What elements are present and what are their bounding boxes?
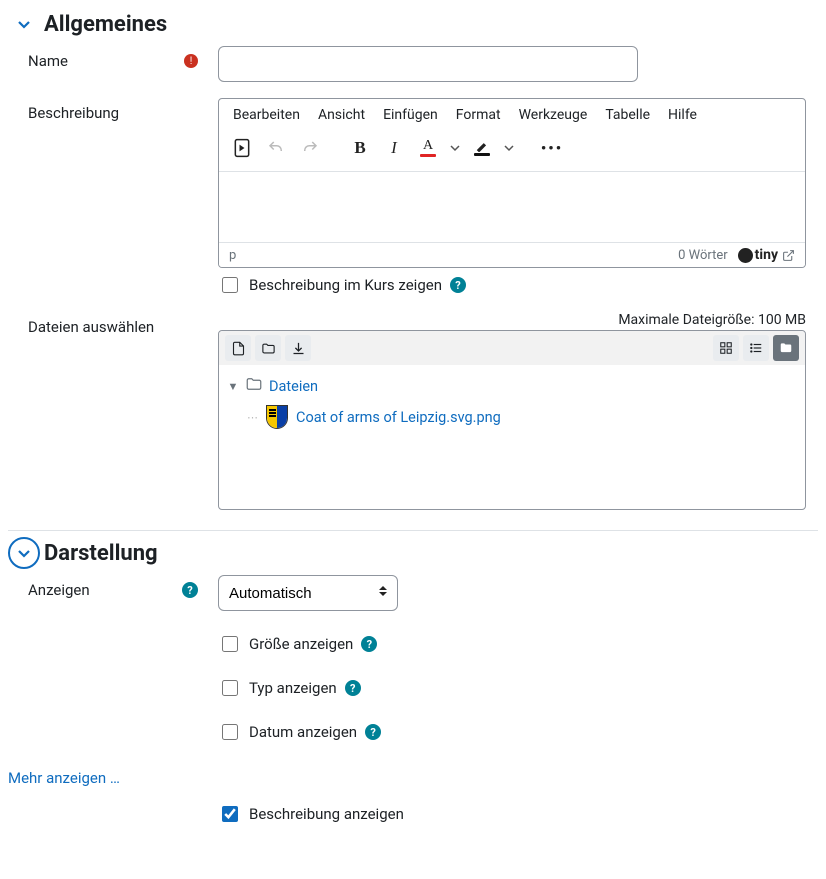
highlight-icon[interactable]: [467, 133, 497, 163]
undo-icon[interactable]: [261, 133, 291, 163]
show-description-in-course-checkbox[interactable]: [222, 277, 238, 293]
editor-element-path: p: [229, 248, 236, 263]
download-icon[interactable]: [285, 335, 311, 361]
help-icon[interactable]: ?: [365, 724, 381, 740]
editor-statusbar: p 0 Wörter tiny: [219, 242, 805, 267]
section-divider: [8, 530, 818, 531]
required-icon: !: [184, 54, 198, 68]
name-input[interactable]: [218, 46, 638, 82]
section-general-header: Allgemeines: [8, 8, 818, 40]
editor-menu-tools[interactable]: Werkzeuge: [519, 107, 588, 123]
text-color-icon[interactable]: A: [413, 133, 443, 163]
show-type-label: Typ anzeigen: [249, 679, 337, 697]
italic-icon[interactable]: I: [379, 133, 409, 163]
show-more-link[interactable]: Mehr anzeigen …: [8, 769, 120, 787]
section-appearance-header: Darstellung: [8, 537, 818, 569]
bold-icon[interactable]: B: [345, 133, 375, 163]
editor-menu-view[interactable]: Ansicht: [318, 107, 365, 123]
collapse-appearance-button[interactable]: [8, 537, 40, 569]
more-icon[interactable]: •••: [537, 133, 567, 163]
show-type-checkbox[interactable]: [222, 680, 238, 696]
editor-menu-help[interactable]: Hilfe: [668, 107, 697, 123]
view-grid-icon[interactable]: [713, 335, 739, 361]
file-thumbnail: [266, 405, 288, 429]
add-file-icon[interactable]: [225, 335, 251, 361]
redo-icon[interactable]: [295, 133, 325, 163]
chevron-down-icon: [16, 16, 32, 32]
section-appearance-title: Darstellung: [44, 541, 158, 566]
show-size-label: Größe anzeigen: [249, 635, 353, 653]
show-description-checkbox[interactable]: [222, 806, 238, 822]
description-label: Beschreibung: [28, 104, 119, 122]
editor-menu-format[interactable]: Format: [456, 107, 501, 123]
show-date-label: Datum anzeigen: [249, 723, 357, 741]
view-tree-icon[interactable]: [773, 335, 799, 361]
show-date-checkbox[interactable]: [222, 724, 238, 740]
create-folder-icon[interactable]: [255, 335, 281, 361]
editor-menubar: Bearbeiten Ansicht Einfügen Format Werkz…: [219, 99, 805, 129]
display-select[interactable]: Automatisch: [218, 575, 398, 611]
show-description-label: Beschreibung anzeigen: [249, 805, 404, 823]
section-general-title: Allgemeines: [44, 12, 167, 37]
help-icon[interactable]: ?: [182, 582, 198, 598]
files-label: Dateien auswählen: [28, 318, 154, 336]
editor-menu-table[interactable]: Tabelle: [605, 107, 650, 123]
file-picker: ▼ Dateien ⋯ Coat of arms of Leipzig.svg.…: [218, 330, 806, 510]
tree-file-label: Coat of arms of Leipzig.svg.png: [296, 409, 501, 426]
media-icon[interactable]: [227, 133, 257, 163]
folder-icon: [245, 375, 263, 397]
collapse-general-button[interactable]: [8, 8, 40, 40]
editor-content-area[interactable]: [219, 172, 805, 242]
rich-text-editor: Bearbeiten Ansicht Einfügen Format Werkz…: [218, 98, 806, 268]
tree-root-label: Dateien: [269, 378, 318, 395]
display-label: Anzeigen: [28, 581, 90, 599]
editor-wordcount: 0 Wörter: [678, 248, 728, 263]
highlight-dropdown[interactable]: [501, 133, 517, 163]
tree-root-folder[interactable]: ▼ Dateien: [227, 375, 797, 397]
editor-menu-insert[interactable]: Einfügen: [383, 107, 438, 123]
show-size-checkbox[interactable]: [222, 636, 238, 652]
help-icon[interactable]: ?: [361, 636, 377, 652]
help-icon[interactable]: ?: [345, 680, 361, 696]
tiny-logo: tiny: [738, 247, 795, 263]
editor-toolbar: B I A •••: [219, 129, 805, 172]
editor-menu-edit[interactable]: Bearbeiten: [233, 107, 300, 123]
help-icon[interactable]: ?: [450, 277, 466, 293]
chevron-down-icon: [16, 545, 32, 561]
name-label: Name: [28, 52, 68, 70]
show-description-in-course-label: Beschreibung im Kurs zeigen: [249, 276, 442, 294]
tree-connector: ⋯: [247, 411, 258, 424]
tree-file-item[interactable]: ⋯ Coat of arms of Leipzig.svg.png: [247, 405, 797, 429]
caret-down-icon: ▼: [227, 380, 239, 393]
max-filesize-label: Maximale Dateigröße: 100 MB: [218, 312, 806, 328]
view-list-icon[interactable]: [743, 335, 769, 361]
text-color-dropdown[interactable]: [447, 133, 463, 163]
